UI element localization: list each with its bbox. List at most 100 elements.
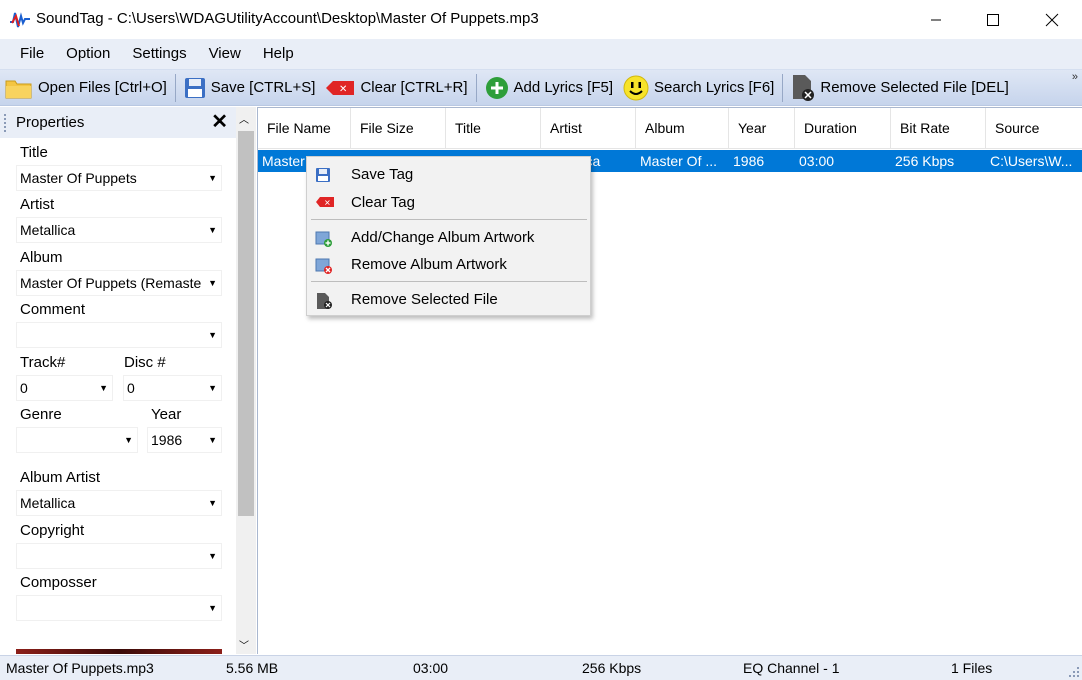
drag-grip-icon[interactable] bbox=[4, 114, 7, 132]
chevron-down-icon[interactable]: ▼ bbox=[208, 428, 217, 452]
menu-file[interactable]: File bbox=[9, 39, 55, 69]
svg-text:✕: ✕ bbox=[339, 84, 347, 95]
minimize-icon bbox=[931, 19, 941, 20]
track-field[interactable]: 0 ▼ bbox=[16, 375, 113, 401]
menu-item-label: Clear Tag bbox=[351, 194, 415, 211]
menu-item-label: Remove Selected File bbox=[351, 291, 498, 308]
menu-help[interactable]: Help bbox=[252, 39, 305, 69]
resize-grip-icon[interactable] bbox=[1068, 666, 1080, 678]
genre-field[interactable]: ▼ bbox=[16, 427, 138, 453]
chevron-down-icon[interactable]: ▼ bbox=[208, 544, 217, 568]
column-header-year[interactable]: Year bbox=[729, 108, 795, 149]
add-image-icon bbox=[315, 230, 333, 252]
scrollbar-thumb[interactable] bbox=[238, 131, 254, 516]
album-field[interactable]: Master Of Puppets (Remaste ▼ bbox=[16, 270, 222, 296]
cell-duration: 03:00 bbox=[799, 153, 835, 169]
menu-settings[interactable]: Settings bbox=[121, 39, 197, 69]
cell-album: Master Of ... bbox=[640, 153, 718, 169]
status-file-name: Master Of Puppets.mp3 bbox=[6, 660, 154, 676]
status-bit-rate: 256 Kbps bbox=[582, 660, 642, 676]
close-button[interactable] bbox=[1029, 0, 1075, 39]
properties-header: Properties ✕ bbox=[0, 107, 236, 138]
add-lyrics-label: Add Lyrics [F5] bbox=[513, 79, 614, 96]
column-header-bit-rate[interactable]: Bit Rate bbox=[891, 108, 986, 149]
comment-field[interactable]: ▼ bbox=[16, 322, 222, 348]
composer-field[interactable]: ▼ bbox=[16, 595, 222, 621]
chevron-down-icon[interactable]: ▼ bbox=[208, 323, 217, 347]
chevron-down-icon[interactable]: ▼ bbox=[208, 376, 217, 400]
maximize-button[interactable] bbox=[970, 0, 1016, 39]
column-header-source[interactable]: Source bbox=[986, 108, 1082, 149]
folder-icon bbox=[5, 77, 33, 99]
status-bar: Master Of Puppets.mp3 5.56 MB 03:00 256 … bbox=[0, 655, 1082, 680]
album-artist-field[interactable]: Metallica ▼ bbox=[16, 490, 222, 516]
remove-file-button[interactable]: Remove Selected File [DEL] bbox=[786, 72, 1013, 104]
clear-label: Clear [CTRL+R] bbox=[360, 79, 468, 96]
title-field[interactable]: Master Of Puppets ▼ bbox=[16, 165, 222, 191]
menu-item-save-tag[interactable]: Save Tag bbox=[307, 162, 590, 188]
chevron-down-icon[interactable]: ▼ bbox=[208, 596, 217, 620]
open-files-button[interactable]: Open Files [Ctrl+O] bbox=[0, 72, 172, 104]
cell-bit-rate: 256 Kbps bbox=[895, 153, 955, 169]
artist-value: Metallica bbox=[20, 222, 76, 238]
remove-file-label: Remove Selected File [DEL] bbox=[820, 79, 1009, 96]
menu-item-remove-file[interactable]: Remove Selected File bbox=[307, 287, 590, 313]
status-duration: 03:00 bbox=[413, 660, 449, 676]
search-lyrics-button[interactable]: Search Lyrics [F6] bbox=[618, 72, 779, 104]
composer-label: Composser bbox=[20, 574, 97, 591]
save-button[interactable]: Save [CTRL+S] bbox=[179, 72, 321, 104]
disc-value: 0 bbox=[127, 380, 135, 396]
column-header-album[interactable]: Album bbox=[636, 108, 729, 149]
properties-scrollbar[interactable]: ︿ ﹀ bbox=[236, 107, 256, 654]
menu-item-clear-tag[interactable]: ✕ Clear Tag bbox=[307, 190, 590, 216]
minimize-button[interactable] bbox=[913, 0, 959, 39]
add-lyrics-button[interactable]: Add Lyrics [F5] bbox=[480, 72, 618, 104]
chevron-up-icon[interactable]: ︿ bbox=[239, 111, 249, 126]
chevron-down-icon[interactable]: ▼ bbox=[124, 428, 133, 452]
artist-label: Artist bbox=[20, 196, 55, 213]
chevron-down-icon[interactable]: ▼ bbox=[208, 166, 217, 190]
clear-button[interactable]: ✕ Clear [CTRL+R] bbox=[320, 72, 472, 104]
close-panel-icon[interactable]: ✕ bbox=[211, 112, 228, 132]
copyright-label: Copyright bbox=[20, 522, 85, 539]
year-value: 1986 bbox=[151, 432, 183, 448]
menu-item-remove-artwork[interactable]: Remove Album Artwork bbox=[307, 252, 590, 278]
properties-title: Properties bbox=[16, 114, 85, 131]
chevron-down-icon[interactable]: ▼ bbox=[208, 218, 217, 242]
copyright-field[interactable]: ▼ bbox=[16, 543, 222, 569]
year-field[interactable]: 1986 ▼ bbox=[147, 427, 222, 453]
file-list-header: File Name File Size Title Artist Album Y… bbox=[258, 108, 1082, 149]
toolbar-separator bbox=[475, 73, 477, 102]
track-value: 0 bbox=[20, 380, 28, 396]
menu-separator bbox=[311, 219, 587, 220]
menu-separator bbox=[311, 281, 587, 282]
column-header-file-size[interactable]: File Size bbox=[351, 108, 446, 149]
chevron-down-icon[interactable]: ▼ bbox=[208, 491, 217, 515]
chevron-down-icon[interactable]: ▼ bbox=[208, 271, 217, 295]
maximize-icon bbox=[987, 13, 999, 26]
toolbar-overflow-button[interactable]: » bbox=[1072, 71, 1078, 83]
title-value: Master Of Puppets bbox=[20, 170, 137, 186]
menu-view[interactable]: View bbox=[198, 39, 252, 69]
properties-panel: Properties ✕ Title Master Of Puppets ▼ Ar… bbox=[0, 107, 236, 654]
save-icon bbox=[315, 167, 331, 187]
comment-label: Comment bbox=[20, 301, 86, 318]
album-artwork-image[interactable] bbox=[16, 649, 222, 654]
smiley-icon bbox=[623, 75, 649, 101]
album-label: Album bbox=[20, 249, 63, 266]
save-icon bbox=[184, 77, 206, 99]
track-label: Track# bbox=[20, 354, 66, 371]
chevron-down-icon[interactable]: ▼ bbox=[99, 376, 108, 400]
chevron-down-icon[interactable]: ﹀ bbox=[239, 637, 249, 652]
toolbar-separator bbox=[174, 73, 176, 102]
column-header-artist[interactable]: Artist bbox=[541, 108, 636, 149]
window-title: SoundTag - C:\Users\WDAGUtilityAccount\D… bbox=[36, 10, 539, 27]
menu-option[interactable]: Option bbox=[55, 39, 121, 69]
column-header-file-name[interactable]: File Name bbox=[258, 108, 351, 149]
menu-item-add-artwork[interactable]: Add/Change Album Artwork bbox=[307, 225, 590, 251]
column-header-duration[interactable]: Duration bbox=[795, 108, 891, 149]
disc-field[interactable]: 0 ▼ bbox=[123, 375, 222, 401]
artist-field[interactable]: Metallica ▼ bbox=[16, 217, 222, 243]
menu-bar: File Option Settings View Help bbox=[0, 39, 1082, 69]
column-header-title[interactable]: Title bbox=[446, 108, 541, 149]
